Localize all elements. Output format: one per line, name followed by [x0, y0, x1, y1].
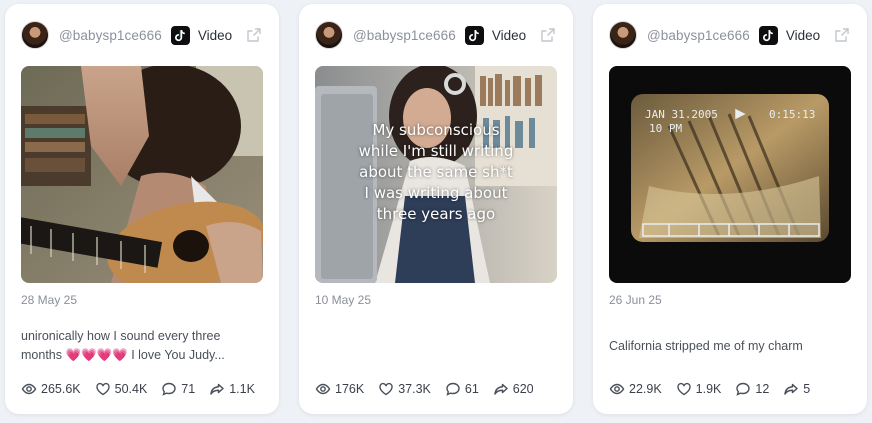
video-card[interactable]: @babysp1ce666 Video — [299, 4, 573, 414]
views-count: 176K — [335, 382, 365, 396]
card-header: @babysp1ce666 Video — [609, 20, 851, 50]
avatar[interactable] — [21, 21, 49, 49]
svg-text:10 PM: 10 PM — [649, 122, 682, 135]
video-card-grid: @babysp1ce666 Video 28 May 25 unironical… — [0, 0, 872, 423]
views-stat: 265.6K — [21, 381, 81, 397]
card-header: @babysp1ce666 Video — [315, 20, 557, 50]
svg-text:0:15:13: 0:15:13 — [769, 108, 815, 121]
likes-count: 37.3K — [398, 382, 431, 396]
content-type-label: Video — [785, 27, 821, 43]
likes-stat: 1.9K — [676, 381, 722, 397]
author-handle[interactable]: @babysp1ce666 — [647, 28, 750, 43]
likes-stat: 37.3K — [378, 381, 431, 397]
avatar[interactable] — [609, 21, 637, 49]
overlay-line: about the same sh*t — [359, 163, 513, 181]
post-date: 26 Jun 25 — [609, 293, 662, 307]
likes-count: 50.4K — [114, 382, 148, 396]
video-thumbnail[interactable] — [21, 66, 263, 283]
views-stat: 22.9K — [609, 381, 662, 397]
views-count: 22.9K — [629, 382, 662, 396]
svg-text:JAN 31.2005: JAN 31.2005 — [645, 108, 718, 121]
video-thumbnail[interactable]: My subconscious while I'm still writing … — [315, 66, 557, 283]
overlay-line: while I'm still writing — [358, 142, 514, 160]
video-card[interactable]: @babysp1ce666 Video — [5, 4, 279, 414]
author-handle[interactable]: @babysp1ce666 — [59, 28, 162, 43]
tiktok-icon — [758, 25, 778, 45]
content-type-label: Video — [491, 27, 527, 43]
comments-count: 71 — [181, 382, 196, 396]
overlay-line: My subconscious — [372, 121, 500, 139]
comments-stat: 71 — [161, 381, 195, 397]
post-date: 28 May 25 — [21, 293, 78, 307]
comment-icon — [735, 381, 751, 397]
comment-icon — [161, 381, 177, 397]
share-icon — [783, 381, 799, 397]
likes-count: 1.9K — [695, 382, 722, 396]
shares-count: 5 — [803, 382, 811, 396]
tiktok-icon — [170, 25, 190, 45]
post-caption: unironically how I sound every three mon… — [21, 329, 225, 362]
likes-stat: 50.4K — [95, 381, 148, 397]
author-handle[interactable]: @babysp1ce666 — [353, 28, 456, 43]
views-count: 265.6K — [41, 382, 81, 396]
comments-count: 12 — [755, 382, 770, 396]
tiktok-icon — [464, 25, 484, 45]
comment-icon — [445, 381, 461, 397]
share-icon — [493, 381, 509, 397]
video-thumbnail[interactable]: JAN 31.2005 10 PM 0:15:13 — [609, 66, 851, 283]
video-card[interactable]: @babysp1ce666 Video — [593, 4, 867, 414]
overlay-line: I was writing about — [364, 184, 508, 202]
comments-stat: 12 — [735, 381, 769, 397]
external-link-icon[interactable] — [833, 26, 851, 44]
eye-icon — [21, 381, 37, 397]
card-header: @babysp1ce666 Video — [21, 20, 263, 50]
external-link-icon[interactable] — [245, 26, 263, 44]
engagement-stats: 265.6K 50.4K 71 1.1K — [21, 380, 269, 398]
shares-stat: 620 — [493, 381, 534, 397]
heart-icon — [95, 381, 111, 397]
video-overlay-text: My subconscious while I'm still writing … — [315, 120, 557, 225]
share-icon — [209, 381, 225, 397]
shares-stat: 1.1K — [209, 381, 255, 397]
post-date: 10 May 25 — [315, 293, 372, 307]
avatar[interactable] — [315, 21, 343, 49]
eye-icon — [315, 381, 331, 397]
shares-count: 620 — [512, 382, 534, 396]
content-type-label: Video — [197, 27, 233, 43]
overlay-line: three years ago — [376, 205, 496, 223]
shares-stat: 5 — [783, 381, 810, 397]
eye-icon — [609, 381, 625, 397]
engagement-stats: 22.9K 1.9K 12 5 — [609, 380, 824, 398]
external-link-icon[interactable] — [539, 26, 557, 44]
heart-icon — [378, 381, 394, 397]
shares-count: 1.1K — [229, 382, 255, 396]
post-caption: California stripped me of my charm — [609, 339, 803, 353]
views-stat: 176K — [315, 381, 364, 397]
comments-count: 61 — [464, 382, 479, 396]
heart-icon — [676, 381, 692, 397]
comments-stat: 61 — [445, 381, 479, 397]
engagement-stats: 176K 37.3K 61 620 — [315, 380, 548, 398]
